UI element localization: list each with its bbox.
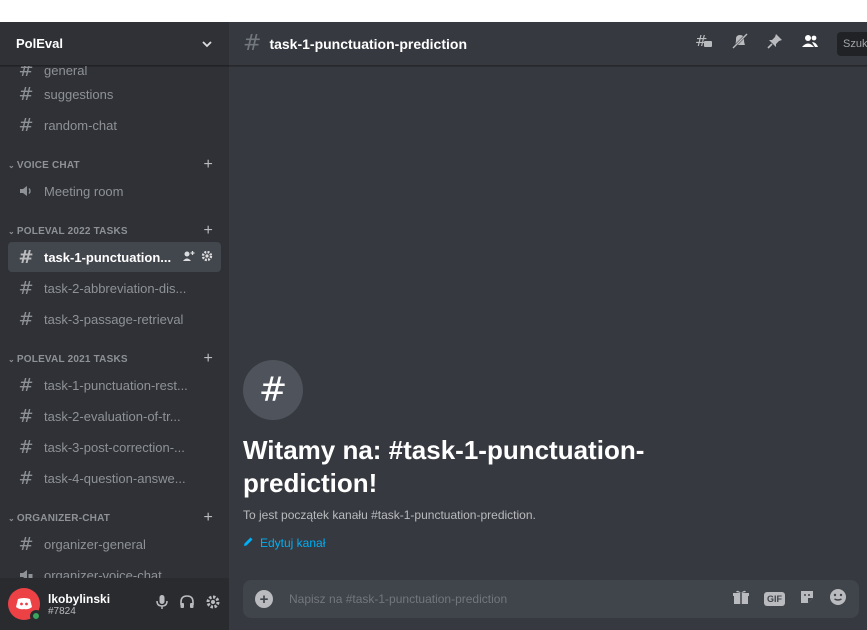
channel-welcome: # Witamy na: #task-1-punctuation-predict… <box>243 360 843 550</box>
username: lkobylinski <box>48 591 111 606</box>
hash-icon: # <box>18 308 34 330</box>
hash-icon: # <box>18 467 34 489</box>
online-status-icon <box>30 610 42 622</box>
channel-task-2-abbreviation[interactable]: # task-2-abbreviation-dis... <box>8 273 221 303</box>
chevron-down-icon: ⌄ <box>8 513 15 523</box>
locked-hash-icon: # <box>18 533 34 555</box>
channel-label: task-2-evaluation-of-tr... <box>44 408 181 424</box>
channel-2021-task-2[interactable]: # task-2-evaluation-of-tr... <box>8 401 221 431</box>
settings-gear-icon[interactable] <box>205 594 221 615</box>
threads-icon[interactable]: # <box>695 32 713 54</box>
channel-label: random-chat <box>44 117 117 133</box>
member-list-icon[interactable] <box>801 33 819 54</box>
chevron-down-icon: ⌄ <box>8 354 15 364</box>
add-channel-icon[interactable]: + <box>203 222 213 240</box>
channel-sidebar: PolEval # general # suggestions # random… <box>0 22 229 630</box>
category-label: ORGANIZER-CHAT <box>16 512 111 524</box>
channel-label: Meeting room <box>44 183 124 199</box>
category-label: POLEVAL 2021 TASKS <box>16 353 128 365</box>
gear-icon[interactable] <box>201 250 213 265</box>
channel-header: # task-1-punctuation-prediction # Szuk <box>229 22 867 66</box>
mute-bell-icon[interactable] <box>731 33 749 54</box>
category-label: POLEVAL 2022 TASKS <box>16 225 128 237</box>
microphone-icon[interactable] <box>155 594 169 615</box>
emoji-icon[interactable] <box>829 588 847 611</box>
chat-area: # task-1-punctuation-prediction # Szuk #… <box>229 22 867 630</box>
server-name: PolEval <box>16 36 63 51</box>
channel-2021-task-3[interactable]: # task-3-post-correction-... <box>8 432 221 462</box>
channel-label: task-3-post-correction-... <box>44 439 185 455</box>
channel-suggestions[interactable]: # suggestions <box>8 79 221 109</box>
chevron-down-icon: ⌄ <box>8 226 15 236</box>
pencil-icon <box>243 536 254 550</box>
gift-icon[interactable] <box>732 589 750 610</box>
message-composer: + GIF <box>243 580 859 618</box>
channel-random-chat[interactable]: # random-chat <box>8 110 221 140</box>
channel-label: task-1-punctuation-rest... <box>44 377 188 393</box>
channel-label: suggestions <box>44 86 114 102</box>
hash-icon: # <box>18 405 34 427</box>
channel-label: task-4-question-answe... <box>44 470 186 486</box>
category-label: VOICE CHAT <box>16 159 80 171</box>
channel-label: task-1-punctuation... <box>44 249 172 265</box>
channel-label: task-2-abbreviation-dis... <box>44 280 187 296</box>
channel-label: organizer-general <box>44 536 146 552</box>
hash-icon: # <box>243 31 262 56</box>
speaker-icon <box>16 185 36 197</box>
hash-icon: # <box>18 66 34 78</box>
message-area: # Witamy na: #task-1-punctuation-predict… <box>229 66 867 630</box>
add-channel-icon[interactable]: + <box>203 156 213 174</box>
channel-organizer-voice-chat[interactable]: organizer-voice-chat <box>8 560 221 578</box>
locked-speaker-icon <box>16 569 36 578</box>
user-tag: #7824 <box>48 605 76 617</box>
welcome-subtitle: To jest początek kanału #task-1-punctuat… <box>243 508 536 522</box>
channel-general[interactable]: # general <box>8 66 221 78</box>
channel-label: task-3-passage-retrieval <box>44 311 184 327</box>
hash-icon: # <box>243 360 303 420</box>
channel-task-3-passage-retrieval[interactable]: # task-3-passage-retrieval <box>8 304 221 334</box>
chevron-down-icon: ⌄ <box>8 160 15 170</box>
gif-button[interactable]: GIF <box>764 592 785 606</box>
invite-icon[interactable] <box>182 250 195 265</box>
discord-window: PolEval # general # suggestions # random… <box>0 22 867 630</box>
message-input[interactable] <box>289 592 732 606</box>
category-poleval-2021[interactable]: ⌄ POLEVAL 2021 TASKS + <box>8 348 221 370</box>
channel-2021-task-1[interactable]: # task-1-punctuation-rest... <box>8 370 221 400</box>
server-header[interactable]: PolEval <box>0 22 229 66</box>
edit-channel-label: Edytuj kanał <box>260 536 326 550</box>
category-voice-chat[interactable]: ⌄ VOICE CHAT + <box>8 154 221 176</box>
category-organizer-chat[interactable]: ⌄ ORGANIZER-CHAT + <box>8 507 221 529</box>
channel-label: organizer-voice-chat <box>44 567 162 579</box>
hash-icon: # <box>18 277 34 299</box>
sticker-icon[interactable] <box>799 589 815 610</box>
add-channel-icon[interactable]: + <box>203 509 213 527</box>
hash-icon: # <box>18 114 34 136</box>
channel-organizer-general[interactable]: # organizer-general <box>8 529 221 559</box>
hash-icon: # <box>18 246 34 268</box>
search-input[interactable]: Szuk <box>837 31 867 56</box>
channel-list: # general # suggestions # random-chat ⌄ V… <box>0 66 229 578</box>
avatar[interactable] <box>8 588 42 622</box>
user-info[interactable]: lkobylinski #7824 <box>48 592 155 617</box>
hash-icon: # <box>18 83 34 105</box>
attach-plus-icon[interactable]: + <box>255 590 273 608</box>
edit-channel-link[interactable]: Edytuj kanał <box>243 536 843 550</box>
hash-icon: # <box>18 436 34 458</box>
channel-meeting-room[interactable]: Meeting room <box>8 176 221 206</box>
welcome-title: Witamy na: #task-1-punctuation-predictio… <box>243 435 645 498</box>
channel-2021-task-4[interactable]: # task-4-question-answe... <box>8 463 221 493</box>
pin-icon[interactable] <box>767 33 783 54</box>
headphones-icon[interactable] <box>179 594 195 615</box>
category-poleval-2022[interactable]: ⌄ POLEVAL 2022 TASKS + <box>8 220 221 242</box>
user-panel: lkobylinski #7824 <box>0 578 229 630</box>
channel-title: task-1-punctuation-prediction <box>269 35 467 52</box>
chevron-down-icon <box>201 38 213 50</box>
add-channel-icon[interactable]: + <box>203 350 213 368</box>
channel-task-1-punctuation-prediction[interactable]: # task-1-punctuation... <box>8 242 221 272</box>
hash-icon: # <box>18 374 34 396</box>
